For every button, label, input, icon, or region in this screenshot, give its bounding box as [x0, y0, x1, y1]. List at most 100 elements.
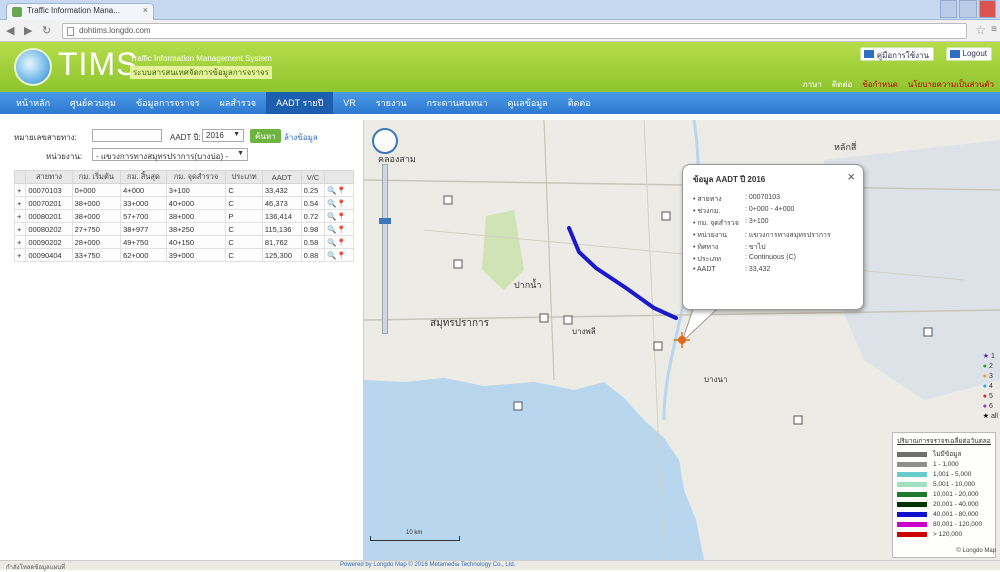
table-row[interactable]: + 00080201 38+000 57+700 38+000 P 136,41… — [13, 209, 354, 223]
legend-row: 40,001 - 80,000 — [897, 509, 991, 519]
locate-pin-icon[interactable]: 📍 — [337, 199, 346, 208]
footer-credit[interactable]: Powered by Longdo Map © 2016 Metamedia T… — [340, 562, 515, 568]
cell-route: 00090202 — [25, 235, 73, 249]
table-row[interactable]: + 00080202 27+750 38+977 38+250 C 115,13… — [13, 222, 354, 236]
book-icon — [863, 50, 874, 58]
nav-aadt[interactable]: AADT รายปี — [266, 92, 334, 114]
legend-row: > 120,000 — [897, 529, 991, 539]
expand-toggle[interactable]: + — [13, 248, 27, 262]
cell-aadt: 33,432 — [261, 183, 302, 197]
browser-tab[interactable]: Traffic Information Mana... × — [6, 3, 154, 20]
map-scale: 10 km — [370, 530, 460, 541]
maximize-button[interactable] — [959, 0, 977, 18]
locate-pin-icon[interactable]: 📍 — [337, 225, 346, 234]
col-km-end[interactable]: กม. สิ้นสุด — [120, 170, 167, 184]
nav-home[interactable]: หน้าหลัก — [6, 92, 60, 114]
logout-button[interactable]: Logout — [945, 47, 992, 61]
route-input[interactable] — [92, 129, 162, 142]
minimize-button[interactable] — [940, 0, 958, 18]
marker-legend-item: ★ 1 — [982, 353, 995, 360]
nav-control-center[interactable]: ศูนย์ควบคุม — [60, 92, 126, 114]
cell-vc: 0.72 — [300, 209, 326, 223]
place-label: คลองสาม — [378, 154, 416, 164]
popup-row: กม. จุดสำรวจ: 3+100 — [693, 218, 853, 230]
col-aadt[interactable]: AADT — [261, 170, 302, 184]
popup-value: : แขวงการทางสมุทรปราการ — [745, 232, 831, 239]
map-view[interactable]: คลองสาม หลักสี่ ปากน้ำ บางพลี สมุทรปรากา… — [363, 120, 1000, 560]
aadt-year-select[interactable]: 2016 ▼ — [202, 129, 244, 142]
popup-close-icon[interactable]: × — [847, 169, 855, 184]
zoom-to-icon[interactable]: 🔍 — [327, 212, 336, 221]
zoom-to-icon[interactable]: 🔍 — [327, 251, 336, 260]
expand-toggle[interactable]: + — [13, 222, 27, 236]
expand-toggle[interactable]: + — [13, 183, 27, 197]
zoom-to-icon[interactable]: 🔍 — [327, 199, 336, 208]
chevron-down-icon: ▼ — [233, 131, 240, 138]
nav-contact[interactable]: ติดต่อ — [558, 92, 601, 114]
col-km-survey[interactable]: กม. จุดสำรวจ — [165, 170, 227, 184]
popup-row: หน่วยงาน : แขวงการทางสมุทรปราการ — [693, 230, 853, 242]
nav-vr[interactable]: VR — [333, 92, 366, 114]
url-field[interactable]: dohtims.longdo.com — [62, 23, 967, 39]
browser-menu-icon[interactable]: ≡ — [991, 24, 997, 35]
col-km-start[interactable]: กม. เริ่มต้น — [71, 170, 122, 184]
aadt-table: สายทาง กม. เริ่มต้น กม. สิ้นสุด กม. จุดส… — [13, 170, 354, 262]
window-close-button[interactable] — [978, 0, 996, 18]
bookmark-star-icon[interactable]: ☆ — [975, 23, 986, 37]
table-row[interactable]: + 00070201 38+000 33+000 40+000 C 46,373… — [13, 196, 354, 210]
col-vc[interactable]: V/C — [300, 170, 326, 184]
nav-data-admin[interactable]: ดูแลข้อมูล — [498, 92, 558, 114]
header-link-language[interactable]: ภาษา — [802, 78, 822, 91]
back-icon[interactable]: ◀ — [6, 24, 14, 37]
highway-shield-icon — [793, 415, 803, 425]
locate-pin-icon[interactable]: 📍 — [337, 186, 346, 195]
zoom-slider[interactable] — [382, 164, 388, 334]
cell-aadt: 46,373 — [261, 196, 302, 210]
forward-icon[interactable]: ▶ — [24, 24, 32, 37]
locate-pin-icon[interactable]: 📍 — [337, 251, 346, 260]
manual-button-label: คู่มือการใช้งาน — [876, 51, 929, 60]
locate-pin-icon[interactable]: 📍 — [337, 238, 346, 247]
manual-button[interactable]: คู่มือการใช้งาน — [859, 47, 934, 61]
nav-report[interactable]: รายงาน — [366, 92, 417, 114]
col-route[interactable]: สายทาง — [25, 170, 73, 184]
search-button[interactable]: ค้นหา — [250, 129, 281, 143]
zoom-to-icon[interactable]: 🔍 — [327, 225, 336, 234]
clear-link[interactable]: ล้างข้อมูล — [284, 131, 318, 144]
table-row[interactable]: + 00070103 0+000 4+000 3+100 C 33,432 0.… — [13, 183, 354, 197]
header-link-privacy[interactable]: นโยบายความเป็นส่วนตัว — [908, 78, 994, 91]
aadt-route-line[interactable] — [567, 226, 678, 320]
popup-key: หน่วยงาน — [693, 230, 741, 242]
header-link-contact[interactable]: ติดต่อ — [832, 78, 852, 91]
expand-toggle[interactable]: + — [13, 235, 27, 249]
pan-control[interactable] — [372, 128, 398, 154]
logo-text: TIMS — [58, 46, 139, 82]
zoom-slider-handle[interactable] — [379, 218, 391, 224]
district-select[interactable]: - แขวงการทางสมุทรปราการ(บางบ่อ) - ▼ — [92, 148, 248, 161]
route-label: หมายเลขสายทาง: — [14, 133, 77, 142]
popup-value: : 33,432 — [745, 266, 771, 273]
col-type[interactable]: ประเภท — [225, 170, 263, 184]
zoom-to-icon[interactable]: 🔍 — [327, 238, 336, 247]
highway-shield-icon — [653, 341, 663, 351]
row-actions: 🔍📍 — [324, 235, 354, 249]
nav-traffic-data[interactable]: ข้อมูลการจราจร — [126, 92, 210, 114]
nav-forum[interactable]: กระดานสนทนา — [417, 92, 498, 114]
header-links: ภาษา ติดต่อ ข้อกำหนด นโยบายความเป็นส่วนต… — [802, 78, 994, 91]
legend-row: 20,001 - 40,000 — [897, 499, 991, 509]
map-attribution[interactable]: © Longdo Map — [957, 548, 996, 554]
header-link-terms[interactable]: ข้อกำหนด — [862, 78, 898, 91]
expand-toggle[interactable]: + — [13, 209, 27, 223]
expand-toggle[interactable]: + — [13, 196, 27, 210]
cell-type: C — [225, 196, 263, 210]
tab-close-icon[interactable]: × — [143, 5, 148, 15]
place-label: ปากน้ำ — [514, 278, 541, 290]
zoom-to-icon[interactable]: 🔍 — [327, 186, 336, 195]
cell-vc: 0.25 — [300, 183, 326, 197]
locate-pin-icon[interactable]: 📍 — [337, 212, 346, 221]
table-row[interactable]: + 00090202 28+000 49+750 40+150 C 81,762… — [13, 235, 354, 249]
reload-icon[interactable]: ↻ — [42, 24, 51, 37]
highway-shield-icon — [513, 401, 523, 411]
table-row[interactable]: + 00090404 33+750 62+000 39+000 C 125,30… — [13, 248, 354, 262]
nav-survey[interactable]: ผลสำรวจ — [210, 92, 267, 114]
